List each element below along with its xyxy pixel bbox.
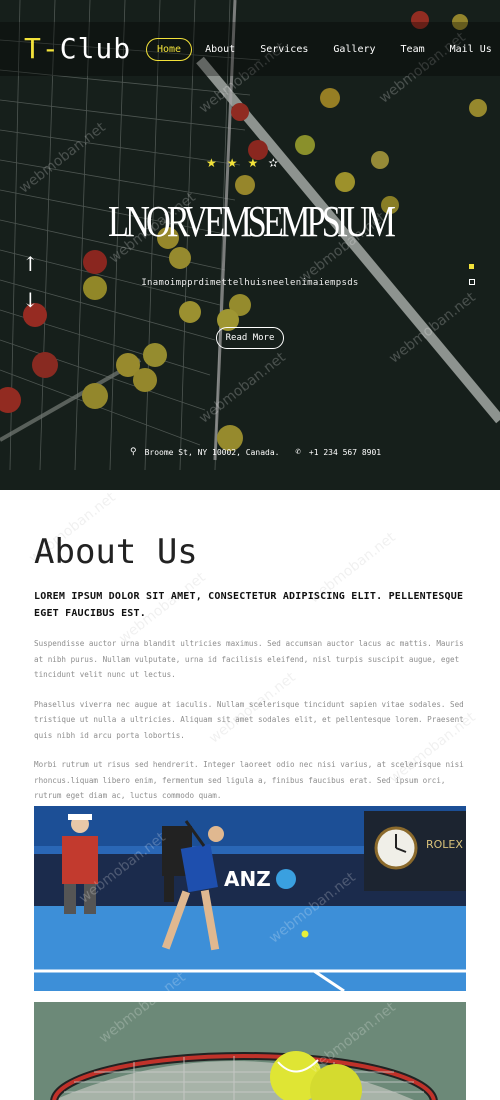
slide-indicator-active[interactable]	[469, 264, 474, 269]
arrow-up-icon[interactable]: ↑	[22, 254, 39, 274]
about-paragraph: Suspendisse auctor urna blandit ultricie…	[34, 639, 464, 679]
logo-dash: -	[41, 32, 60, 65]
sponsor-sign: ANZ	[224, 867, 271, 891]
hero-title: LNORVEMSEMPSIUM	[108, 197, 396, 246]
nav-services[interactable]: Services	[260, 44, 308, 55]
star-icon: ★	[206, 156, 217, 170]
rating-stars: ★ ★ ★ ✫	[206, 156, 278, 170]
location-pin-icon: ⚲	[130, 447, 137, 457]
address-text: Broome St, NY 10002, Canada.	[144, 447, 280, 457]
arrow-down-icon[interactable]: ↓	[22, 290, 39, 310]
racket-and-balls-image	[34, 1002, 466, 1100]
contact-bar: ⚲ Broome St, NY 10002, Canada. ✆ +1 234 …	[130, 447, 381, 457]
hero-banner: webmoban.net webmoban.net webmoban.net w…	[0, 0, 500, 490]
about-section: About Us LOREM IPSUM DOLOR SIT AMET, CON…	[34, 532, 466, 804]
top-navigation: T-Club Home About Services Gallery Team …	[0, 22, 500, 76]
half-star-icon: ✫	[268, 156, 279, 170]
logo-letter: T	[24, 32, 42, 65]
about-paragraph: Morbi rutrum ut risus sed hendrerit. Int…	[34, 760, 464, 800]
nav-mail-us[interactable]: Mail Us	[450, 44, 492, 55]
nav-about[interactable]: About	[205, 44, 235, 55]
nav-team[interactable]: Team	[401, 44, 425, 55]
star-icon: ★	[226, 156, 238, 170]
about-title: About Us	[34, 532, 198, 572]
logo-text: Club	[59, 32, 132, 65]
phone-text[interactable]: +1 234 567 8901	[309, 448, 381, 457]
star-icon: ★	[247, 156, 259, 170]
nav-gallery[interactable]: Gallery	[333, 44, 375, 55]
slide-indicator[interactable]	[469, 279, 475, 285]
nav-home[interactable]: Home	[146, 38, 193, 61]
rolex-sign: ROLEX	[426, 838, 463, 851]
phone-icon: ✆	[295, 447, 301, 457]
nav-menu: Home About Services Gallery Team Mail Us	[146, 38, 492, 61]
about-paragraph: Phasellus viverra nec augue at iaculis. …	[34, 699, 464, 740]
site-logo[interactable]: T-Club	[24, 32, 131, 65]
hero-subtitle: Inamoimpprdimettelhuisneelenimaiempsds	[141, 278, 359, 288]
tennis-match-image: ANZ ROLEX	[34, 806, 466, 991]
read-more-button[interactable]: Read More	[216, 327, 284, 349]
about-lead: LOREM IPSUM DOLOR SIT AMET, CONSECTETUR …	[34, 591, 464, 619]
